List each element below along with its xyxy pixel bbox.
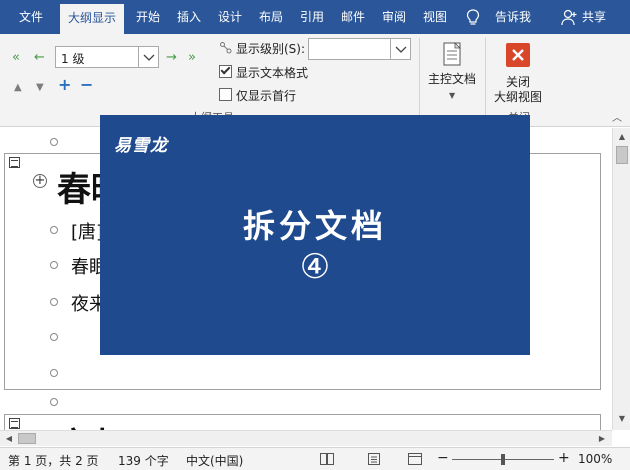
promote-icon[interactable]: ←	[34, 51, 45, 65]
group-divider	[419, 38, 420, 118]
collapse-ribbon-icon[interactable]: ︿	[612, 109, 622, 124]
body-line[interactable]: [唐]	[71, 218, 103, 244]
print-layout-icon[interactable]	[367, 453, 381, 465]
show-first-line-label: 仅显示首行	[236, 89, 297, 103]
show-level-select[interactable]	[308, 38, 411, 60]
web-layout-icon[interactable]	[408, 453, 422, 465]
outline-level-select[interactable]: 1 级	[55, 46, 159, 68]
promote-to-heading1-icon[interactable]: «	[12, 51, 20, 65]
tab-outline[interactable]: 大纲显示	[60, 4, 124, 34]
outline-bullet[interactable]	[50, 333, 58, 341]
expand-icon[interactable]: +	[58, 77, 71, 93]
title-overlay-banner: 易雪龙 拆分文档 ④	[100, 115, 530, 355]
word-count[interactable]: 139 个字	[118, 452, 169, 469]
collapse-icon[interactable]: −	[80, 77, 93, 93]
tab-mailings[interactable]: 邮件	[335, 0, 371, 34]
chevron-down-icon[interactable]: ▼	[449, 89, 455, 103]
tab-layout[interactable]: 布局	[253, 0, 289, 34]
tab-design[interactable]: 设计	[212, 0, 248, 34]
outline-bullet[interactable]	[50, 369, 58, 377]
language-indicator[interactable]: 中文(中国)	[186, 452, 243, 469]
lightbulb-icon[interactable]	[466, 9, 480, 26]
show-level-label: 显示级别(S):	[236, 42, 306, 56]
share-button[interactable]: 共享	[578, 0, 610, 34]
page-count[interactable]: 第 1 页，共 2 页	[8, 452, 99, 469]
checkmark-icon	[220, 64, 231, 75]
tab-file[interactable]: 文件	[6, 0, 56, 34]
banner-step-number: ④	[299, 247, 331, 287]
scroll-thumb[interactable]	[18, 433, 36, 444]
tab-insert[interactable]: 插入	[171, 0, 207, 34]
show-level-icon	[220, 42, 232, 54]
subdocument-icon[interactable]	[9, 157, 20, 168]
demote-to-body-icon[interactable]: »	[188, 51, 196, 65]
close-outline-label-line1[interactable]: 关闭	[488, 75, 548, 90]
horizontal-scrollbar[interactable]: ◀ ▶	[0, 430, 612, 446]
scroll-up-icon[interactable]: ▲	[615, 130, 629, 144]
close-outline-label-line2[interactable]: 大纲视图	[488, 90, 548, 105]
scroll-right-icon[interactable]: ▶	[595, 432, 609, 446]
zoom-slider-thumb[interactable]	[501, 454, 505, 465]
move-down-icon[interactable]: ▼	[36, 81, 44, 95]
outline-bullet[interactable]	[50, 261, 58, 269]
chevron-down-icon[interactable]	[390, 39, 410, 59]
brand-logo: 易雪龙	[114, 136, 168, 156]
person-icon[interactable]	[561, 9, 577, 26]
master-document-button[interactable]: 主控文档	[424, 72, 480, 87]
tab-view[interactable]: 视图	[417, 0, 453, 34]
show-text-format-checkbox[interactable]	[219, 64, 232, 78]
read-mode-icon[interactable]	[320, 453, 334, 465]
ribbon-panel: « ← 1 级 → » ▲ ▼ + − 显示级别(S): 显示文本格式 仅显示首…	[0, 34, 630, 127]
outline-level-value: 1 级	[61, 52, 85, 66]
heading-yegui[interactable]: 夜归	[57, 418, 125, 430]
ribbon-tab-bar: 文件 大纲显示 开始 插入 设计 布局 引用 邮件 审阅 视图 告诉我 共享	[0, 0, 630, 34]
subdocument-icon[interactable]	[9, 418, 20, 429]
zoom-level[interactable]: 100%	[578, 452, 612, 466]
outline-bullet[interactable]	[50, 398, 58, 406]
outline-bullet[interactable]	[50, 138, 58, 146]
chevron-down-icon[interactable]	[138, 47, 158, 67]
zoom-in-button[interactable]: +	[558, 450, 570, 466]
zoom-out-button[interactable]: −	[437, 450, 449, 466]
status-bar: 第 1 页，共 2 页 139 个字 中文(中国) − + 100%	[0, 447, 630, 470]
tab-home[interactable]: 开始	[130, 0, 166, 34]
scroll-left-icon[interactable]: ◀	[2, 432, 16, 446]
banner-title: 拆分文档	[242, 207, 387, 245]
show-first-line-checkbox[interactable]	[219, 88, 232, 101]
tab-review[interactable]: 审阅	[376, 0, 412, 34]
tab-references[interactable]: 引用	[294, 0, 330, 34]
demote-icon[interactable]: →	[166, 51, 177, 65]
show-text-format-label: 显示文本格式	[236, 66, 309, 80]
scroll-thumb[interactable]	[616, 146, 628, 164]
outline-bullet[interactable]	[50, 226, 58, 234]
master-document-icon[interactable]	[437, 40, 467, 70]
outline-bullet[interactable]	[50, 298, 58, 306]
expand-heading-icon[interactable]: +	[33, 174, 47, 188]
group-divider	[485, 38, 486, 118]
close-outline-icon[interactable]	[506, 43, 530, 67]
scroll-down-icon[interactable]: ▼	[615, 412, 629, 426]
vertical-scrollbar[interactable]: ▲ ▼	[612, 128, 630, 430]
move-up-icon[interactable]: ▲	[14, 81, 22, 95]
tell-me-button[interactable]: 告诉我	[488, 0, 538, 34]
